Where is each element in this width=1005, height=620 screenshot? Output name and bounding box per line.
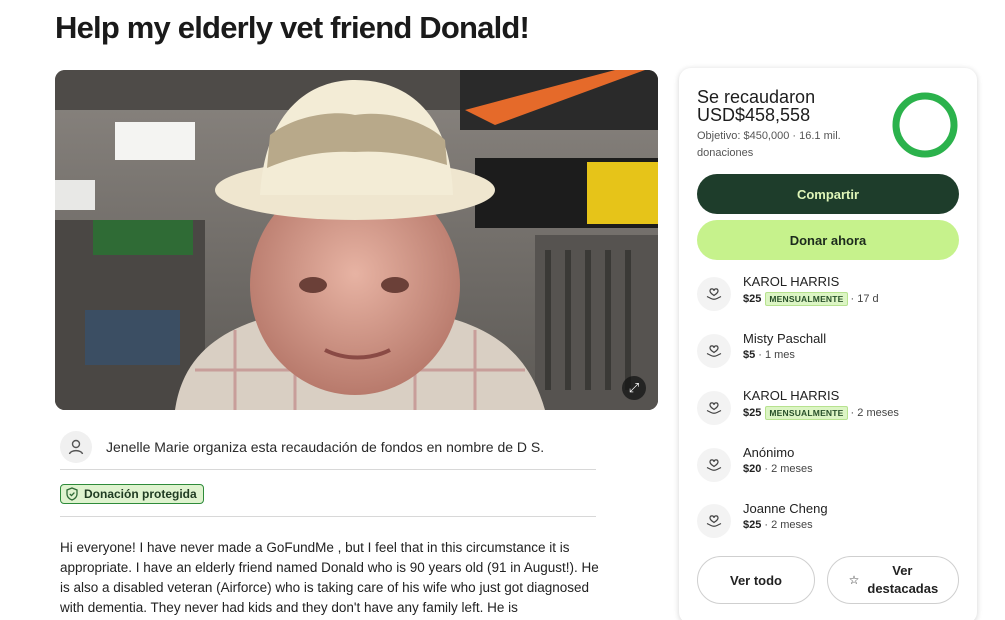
- see-all-button[interactable]: Ver todo: [697, 556, 815, 604]
- raised-amount: USD$458,558: [697, 105, 811, 125]
- donor-amount: $25: [743, 519, 762, 531]
- heart-hand-icon: [697, 334, 731, 368]
- heart-hand-icon: [697, 448, 731, 482]
- organizer-text: Jenelle Marie organiza esta recaudación …: [106, 438, 545, 455]
- donor-amount: $20: [743, 463, 762, 475]
- protected-label: Donación protegida: [84, 487, 197, 501]
- monthly-badge: MENSUALMENTE: [765, 292, 848, 306]
- donate-button[interactable]: Donar ahora: [697, 220, 959, 260]
- donor-amount: $5: [743, 349, 756, 361]
- expand-icon[interactable]: ⤢: [622, 376, 646, 400]
- story-text: Hi everyone! I have never made a GoFundM…: [60, 540, 599, 615]
- campaign-photo[interactable]: ⤢: [55, 70, 658, 410]
- donor-meta: $25 MENSUALMENTE · 2 meses: [743, 406, 899, 420]
- donor-time: · 17 d: [850, 293, 879, 305]
- user-icon: [60, 430, 92, 463]
- donor-name: KAROL HARRIS: [743, 388, 840, 403]
- donor-time: · 2 meses: [764, 519, 813, 531]
- donor-name: Anónimo: [743, 445, 795, 460]
- goal-text: Objetivo: $450,000 · 16.1 mil. donacione…: [697, 130, 841, 159]
- donor-name: Misty Paschall: [743, 331, 827, 346]
- donor-item: Misty Paschall $5 · 1 mes: [697, 331, 957, 371]
- see-top-button[interactable]: ☆ Ver destacadas: [827, 556, 959, 604]
- donor-time: · 1 mes: [758, 349, 795, 361]
- organizer-row: Jenelle Marie organiza esta recaudación …: [60, 424, 596, 470]
- monthly-badge: MENSUALMENTE: [765, 406, 848, 420]
- donor-item: KAROL HARRIS $25 MENSUALMENTE · 2 meses: [697, 388, 957, 428]
- donor-time: · 2 meses: [850, 407, 899, 419]
- donor-item: KAROL HARRIS $25 MENSUALMENTE · 17 d: [697, 274, 957, 314]
- donor-name: KAROL HARRIS: [743, 274, 840, 289]
- donor-time: · 2 meses: [764, 463, 813, 475]
- progress-ring: [892, 92, 958, 158]
- donor-meta: $5 · 1 mes: [743, 349, 795, 361]
- heart-hand-icon: [697, 504, 731, 538]
- heart-hand-icon: [697, 391, 731, 425]
- campaign-photo-image: [55, 70, 658, 410]
- share-button[interactable]: Compartir: [697, 174, 959, 214]
- heart-hand-icon: [697, 277, 731, 311]
- donor-name: Joanne Cheng: [743, 501, 828, 516]
- shield-icon: [66, 487, 78, 501]
- donor-meta: $25 MENSUALMENTE · 17 d: [743, 292, 879, 306]
- page-title: Help my elderly vet friend Donald!: [55, 10, 530, 45]
- donor-item: Joanne Cheng $25 · 2 meses: [697, 501, 957, 541]
- donor-amount: $25: [743, 407, 762, 419]
- see-top-label: Ver destacadas: [867, 563, 939, 596]
- star-icon: ☆: [848, 573, 860, 587]
- donation-card: Se recaudaron USD$458,558 Objetivo: $450…: [679, 68, 977, 620]
- protected-row: Donación protegida: [60, 470, 596, 517]
- donor-meta: $20 · 2 meses: [743, 463, 813, 475]
- donor-meta: $25 · 2 meses: [743, 519, 813, 531]
- donor-item: Anónimo $20 · 2 meses: [697, 445, 957, 485]
- protected-badge[interactable]: Donación protegida: [60, 484, 204, 504]
- donor-amount: $25: [743, 293, 762, 305]
